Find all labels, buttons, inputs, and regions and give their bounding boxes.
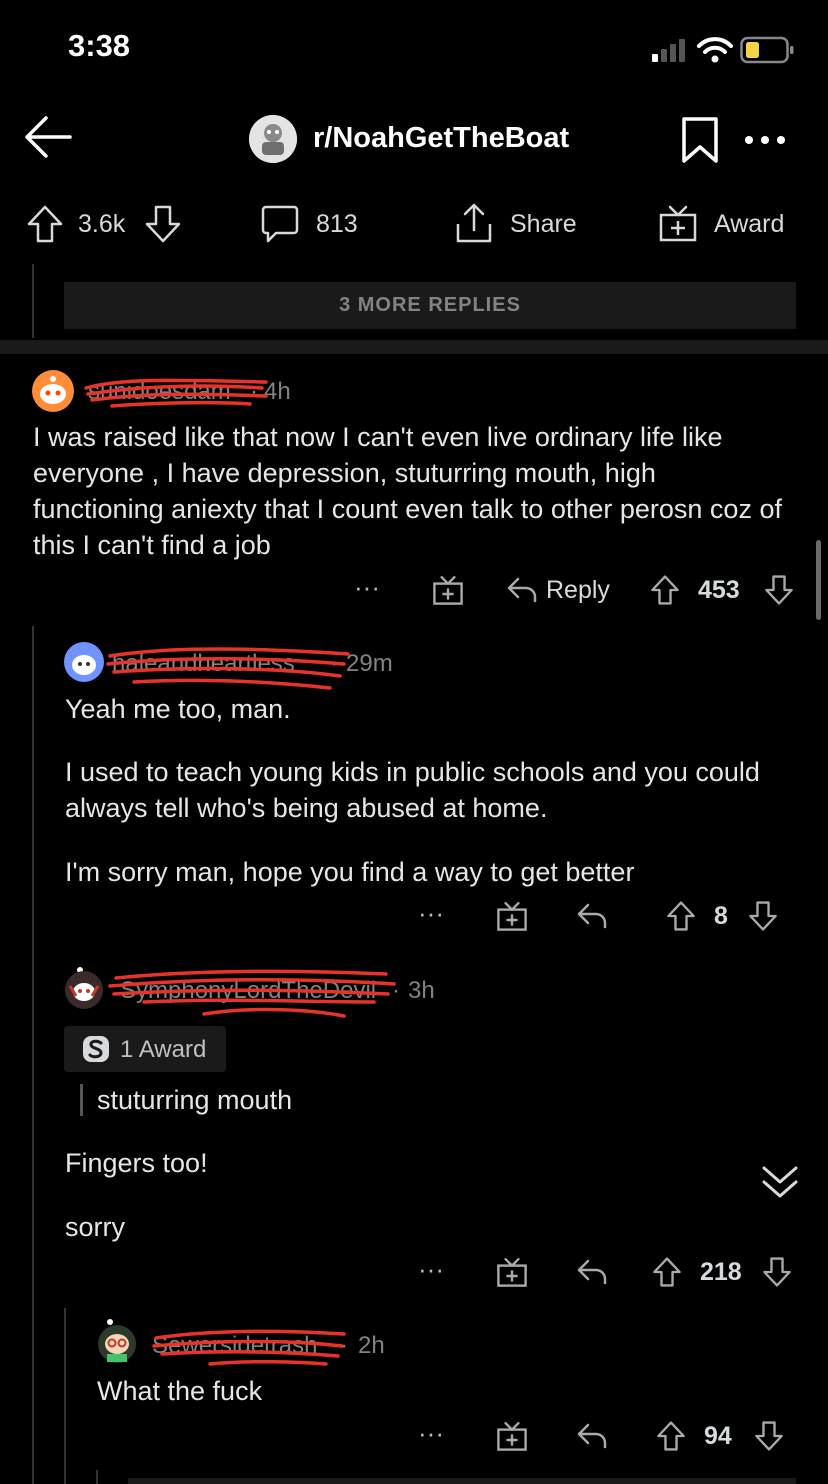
reply-icon[interactable]: [576, 902, 608, 930]
downvote-icon[interactable]: [762, 1255, 792, 1289]
comment-paragraph: Fingers too!: [65, 1148, 208, 1178]
award-icon[interactable]: [496, 1420, 528, 1452]
back-arrow-icon[interactable]: [22, 112, 74, 162]
redaction-scribble: [106, 647, 350, 690]
comment-score: 218: [700, 1258, 742, 1286]
wifi-icon: [697, 37, 733, 63]
award-icon[interactable]: [496, 1256, 528, 1288]
subreddit-title[interactable]: r/NoahGetTheBoat: [313, 122, 569, 155]
comment-body: I was raised like that now I can't even …: [33, 422, 790, 560]
comment-icon[interactable]: [260, 204, 300, 244]
comment-more-icon[interactable]: ···: [418, 898, 444, 929]
comment-avatar[interactable]: [32, 370, 74, 417]
quote-bar: [80, 1084, 83, 1116]
thread-line: [32, 264, 34, 338]
comment-more-icon[interactable]: ···: [418, 1418, 444, 1449]
comment-time: 2h: [358, 1332, 385, 1359]
reply-icon[interactable]: [576, 1422, 608, 1450]
subreddit-avatar[interactable]: [249, 115, 297, 163]
downvote-icon[interactable]: [754, 1419, 784, 1453]
separator: [0, 340, 828, 354]
comment-more-icon[interactable]: ···: [418, 1254, 444, 1285]
comment-score: 94: [704, 1422, 732, 1450]
status-time: 3:38: [68, 28, 131, 63]
thread-line: [64, 1308, 66, 1484]
comment-score: 8: [714, 902, 728, 930]
award-icon[interactable]: [496, 900, 528, 932]
comment-score: 453: [698, 576, 740, 604]
comment-paragraph: sorry: [65, 1212, 125, 1242]
post-comment-count[interactable]: 813: [316, 210, 358, 239]
upvote-icon[interactable]: [656, 1419, 686, 1453]
award-label[interactable]: Award: [714, 210, 784, 239]
share-label[interactable]: Share: [510, 210, 577, 239]
more-replies-button[interactable]: 3 MORE REPLIES: [64, 282, 796, 329]
redaction-scribble: [84, 378, 268, 408]
upvote-icon[interactable]: [26, 204, 64, 244]
comment-avatar[interactable]: [96, 1318, 138, 1369]
signal-icon: [652, 39, 685, 62]
comment-avatar[interactable]: [64, 966, 104, 1015]
scrollbar[interactable]: [816, 540, 821, 620]
share-icon[interactable]: [454, 202, 494, 244]
reply-icon[interactable]: [576, 1258, 608, 1286]
redaction-scribble: [108, 969, 396, 1018]
silver-award-icon: [83, 1036, 109, 1062]
comment-avatar[interactable]: [64, 642, 104, 687]
downvote-icon[interactable]: [144, 204, 182, 244]
battery-icon: [740, 36, 794, 64]
comment-paragraph: I'm sorry man, hope you find a way to ge…: [65, 857, 635, 887]
award-icon[interactable]: [432, 574, 464, 606]
award-icon[interactable]: [658, 203, 698, 243]
comment-quote: stuturring mouth: [97, 1085, 293, 1115]
upvote-icon[interactable]: [666, 899, 696, 933]
upvote-icon[interactable]: [652, 1255, 682, 1289]
thread-line: [32, 626, 34, 1484]
post-upvote-count: 3.6k: [78, 210, 126, 238]
redaction-scribble: [152, 1329, 346, 1366]
reply-label[interactable]: Reply: [546, 576, 610, 605]
upvote-icon[interactable]: [650, 573, 680, 607]
collapse-chevron-icon[interactable]: [760, 1164, 800, 1202]
more-icon[interactable]: [744, 130, 786, 150]
downvote-icon[interactable]: [748, 899, 778, 933]
downvote-icon[interactable]: [764, 573, 794, 607]
comment-body: What the fuck: [97, 1376, 263, 1406]
comment-more-icon[interactable]: ···: [354, 572, 380, 603]
reply-icon[interactable]: [506, 576, 538, 604]
comment-paragraph: I used to teach young kids in public sch…: [65, 757, 768, 823]
thread-line: [96, 1470, 98, 1484]
next-comment-edge: [128, 1478, 796, 1484]
award-count: 1 Award: [120, 1036, 207, 1063]
bookmark-icon[interactable]: [680, 116, 720, 164]
comment-paragraph: Yeah me too, man.: [65, 694, 291, 724]
comment-time: 3h: [408, 977, 435, 1004]
